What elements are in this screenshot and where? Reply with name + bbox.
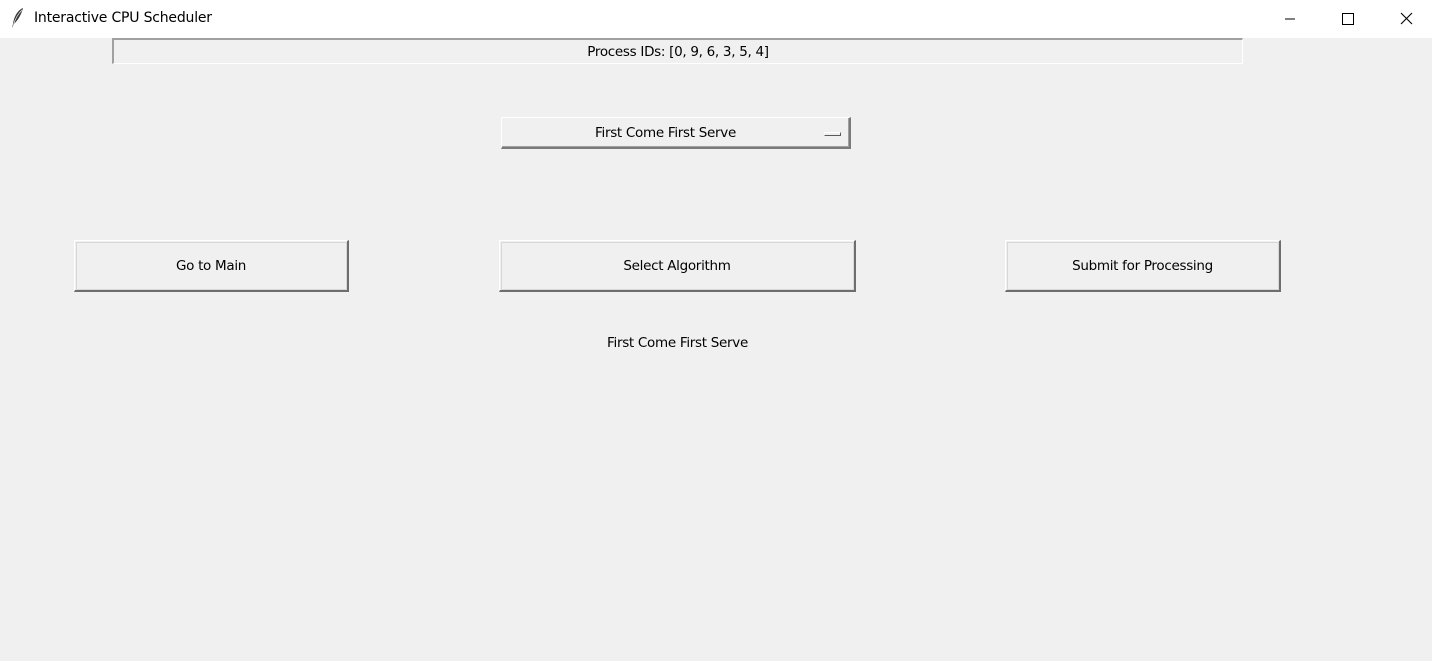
process-ids-label: Process IDs: [0, 9, 6, 3, 5, 4] <box>112 38 1243 64</box>
minimize-button[interactable] <box>1261 0 1319 38</box>
maximize-icon <box>1342 10 1354 29</box>
app-window: Interactive CPU Scheduler Process IDs: [… <box>0 0 1432 661</box>
select-algorithm-button[interactable]: Select Algorithm <box>499 240 856 292</box>
window-title: Interactive CPU Scheduler <box>34 10 212 26</box>
algorithm-dropdown-value: First Come First Serve <box>595 124 736 141</box>
feather-icon <box>10 7 26 29</box>
algorithm-dropdown[interactable]: First Come First Serve <box>501 117 851 149</box>
dropdown-indicator-icon <box>824 132 841 136</box>
minimize-icon <box>1284 10 1296 29</box>
submit-for-processing-button[interactable]: Submit for Processing <box>1005 240 1281 292</box>
go-to-main-button[interactable]: Go to Main <box>74 240 349 292</box>
maximize-button[interactable] <box>1319 0 1377 38</box>
title-bar[interactable]: Interactive CPU Scheduler <box>0 0 1432 38</box>
close-button[interactable] <box>1377 0 1432 38</box>
selected-algorithm-label: First Come First Serve <box>607 335 748 351</box>
close-icon <box>1400 10 1413 29</box>
